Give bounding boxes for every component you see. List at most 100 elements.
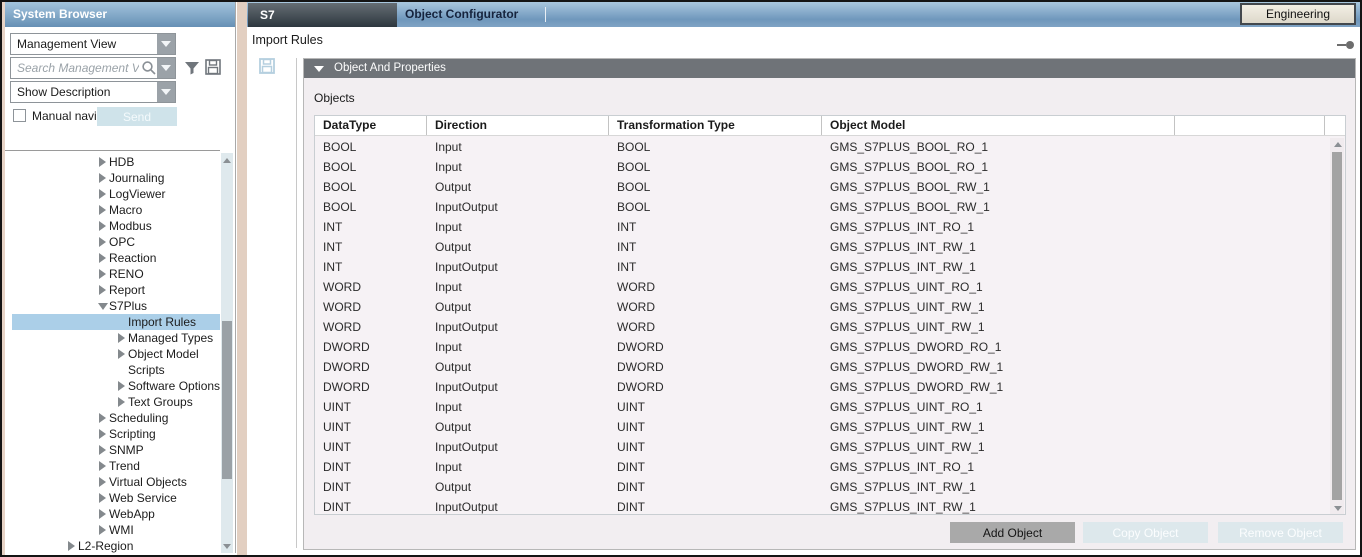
tab-s7[interactable]: S7: [248, 3, 397, 27]
chevron-collapsed-icon[interactable]: [115, 348, 128, 361]
copy-object-button[interactable]: Copy Object: [1083, 522, 1208, 543]
chevron-collapsed-icon[interactable]: [115, 380, 128, 393]
tree-scrollbar-thumb[interactable]: [222, 321, 232, 479]
table-row[interactable]: BOOLInputBOOLGMS_S7PLUS_BOOL_RO_1: [315, 137, 1331, 157]
chevron-collapsed-icon[interactable]: [96, 188, 109, 201]
tree-item-software-options[interactable]: Software Options: [5, 378, 220, 394]
table-row[interactable]: WORDOutputWORDGMS_S7PLUS_UINT_RW_1: [315, 297, 1331, 317]
tree-item-macro[interactable]: Macro: [5, 202, 220, 218]
tree-item-reaction[interactable]: Reaction: [5, 250, 220, 266]
table-row[interactable]: INTInputINTGMS_S7PLUS_INT_RO_1: [315, 217, 1331, 237]
tree-item-text-groups[interactable]: Text Groups: [5, 394, 220, 410]
table-row[interactable]: DINTInputOutputDINTGMS_S7PLUS_INT_RW_1: [315, 497, 1331, 515]
sidebar-splitter[interactable]: [237, 2, 247, 555]
tree-item-opc[interactable]: OPC: [5, 234, 220, 250]
table-row[interactable]: UINTOutputUINTGMS_S7PLUS_UINT_RW_1: [315, 417, 1331, 437]
view-dropdown[interactable]: Management View: [10, 33, 176, 55]
chevron-collapsed-icon[interactable]: [96, 156, 109, 169]
tree-item-scripting[interactable]: Scripting: [5, 426, 220, 442]
tree-item-modbus[interactable]: Modbus: [5, 218, 220, 234]
scroll-down-icon[interactable]: [1333, 503, 1343, 513]
tree-item-journaling[interactable]: Journaling: [5, 170, 220, 186]
chevron-down-icon[interactable]: [157, 34, 175, 54]
chevron-down-icon[interactable]: [157, 58, 175, 78]
chevron-collapsed-icon[interactable]: [115, 396, 128, 409]
tree-item-scheduling[interactable]: Scheduling: [5, 410, 220, 426]
save-search-icon[interactable]: [204, 58, 222, 76]
chevron-collapsed-icon[interactable]: [65, 540, 78, 553]
scroll-down-icon[interactable]: [222, 541, 232, 551]
table-row[interactable]: WORDInputOutputWORDGMS_S7PLUS_UINT_RW_1: [315, 317, 1331, 337]
chevron-collapsed-icon[interactable]: [96, 204, 109, 217]
chevron-collapsed-icon[interactable]: [96, 460, 109, 473]
table-scrollbar[interactable]: [1330, 138, 1344, 514]
tree-item-l2-region[interactable]: L2-Region: [5, 538, 220, 553]
tree-item-managed-types[interactable]: Managed Types: [5, 330, 220, 346]
tree-item-reno[interactable]: RENO: [5, 266, 220, 282]
panel-header[interactable]: Object And Properties: [304, 59, 1355, 78]
chevron-collapsed-icon[interactable]: [96, 476, 109, 489]
column-header-direction[interactable]: Direction: [427, 116, 609, 135]
tree-scrollbar[interactable]: [221, 153, 233, 553]
manual-navigation-checkbox[interactable]: [13, 109, 26, 122]
search-input[interactable]: [11, 60, 141, 76]
scroll-up-icon[interactable]: [222, 155, 232, 165]
tree-item-report[interactable]: Report: [5, 282, 220, 298]
table-row[interactable]: UINTInputOutputUINTGMS_S7PLUS_UINT_RW_1: [315, 437, 1331, 457]
tree-item-trend[interactable]: Trend: [5, 458, 220, 474]
column-header-empty[interactable]: [1175, 116, 1325, 135]
tree-item-scripts[interactable]: Scripts: [5, 362, 220, 378]
table-row[interactable]: DWORDOutputDWORDGMS_S7PLUS_DWORD_RW_1: [315, 357, 1331, 377]
column-header-transformation-type[interactable]: Transformation Type: [609, 116, 822, 135]
chevron-collapsed-icon[interactable]: [96, 508, 109, 521]
table-row[interactable]: BOOLInputBOOLGMS_S7PLUS_BOOL_RO_1: [315, 157, 1331, 177]
chevron-collapsed-icon[interactable]: [96, 524, 109, 537]
table-row[interactable]: INTOutputINTGMS_S7PLUS_INT_RW_1: [315, 237, 1331, 257]
tree-item-logviewer[interactable]: LogViewer: [5, 186, 220, 202]
engineering-button[interactable]: Engineering: [1240, 3, 1356, 25]
tree-item-web-service[interactable]: Web Service: [5, 490, 220, 506]
tree-item-object-model[interactable]: Object Model: [5, 346, 220, 362]
save-disabled-icon[interactable]: [258, 57, 276, 75]
table-row[interactable]: WORDInputWORDGMS_S7PLUS_UINT_RO_1: [315, 277, 1331, 297]
chevron-collapsed-icon[interactable]: [96, 220, 109, 233]
table-row[interactable]: DINTOutputDINTGMS_S7PLUS_INT_RW_1: [315, 477, 1331, 497]
chevron-down-icon[interactable]: [157, 82, 175, 102]
chevron-collapsed-icon[interactable]: [96, 172, 109, 185]
chevron-collapsed-icon[interactable]: [96, 252, 109, 265]
search-box[interactable]: [10, 57, 176, 79]
table-row[interactable]: INTInputOutputINTGMS_S7PLUS_INT_RW_1: [315, 257, 1331, 277]
tree-item-snmp[interactable]: SNMP: [5, 442, 220, 458]
tree-item-hdb[interactable]: HDB: [5, 154, 220, 170]
filter-icon[interactable]: [183, 59, 201, 77]
tree-item-virtual-objects[interactable]: Virtual Objects: [5, 474, 220, 490]
chevron-collapsed-icon[interactable]: [96, 492, 109, 505]
tree-item-wmi[interactable]: WMI: [5, 522, 220, 538]
table-row[interactable]: BOOLInputOutputBOOLGMS_S7PLUS_BOOL_RW_1: [315, 197, 1331, 217]
table-row[interactable]: DINTInputDINTGMS_S7PLUS_INT_RO_1: [315, 457, 1331, 477]
chevron-expanded-icon[interactable]: [96, 300, 109, 313]
chevron-collapsed-icon[interactable]: [96, 412, 109, 425]
send-button[interactable]: Send: [97, 107, 177, 126]
column-header-object-model[interactable]: Object Model: [822, 116, 1175, 135]
chevron-collapsed-icon[interactable]: [96, 428, 109, 441]
tab-object-configurator[interactable]: Object Configurator: [405, 2, 518, 27]
chevron-collapsed-icon[interactable]: [115, 332, 128, 345]
table-row[interactable]: DWORDInputOutputDWORDGMS_S7PLUS_DWORD_RW…: [315, 377, 1331, 397]
add-object-button[interactable]: Add Object: [950, 522, 1075, 543]
table-row[interactable]: BOOLOutputBOOLGMS_S7PLUS_BOOL_RW_1: [315, 177, 1331, 197]
table-row[interactable]: DWORDInputDWORDGMS_S7PLUS_DWORD_RO_1: [315, 337, 1331, 357]
table-row[interactable]: UINTInputUINTGMS_S7PLUS_UINT_RO_1: [315, 397, 1331, 417]
pin-icon[interactable]: [1337, 41, 1354, 49]
collapse-triangle-icon[interactable]: [314, 66, 324, 72]
chevron-collapsed-icon[interactable]: [96, 236, 109, 249]
column-header-datatype[interactable]: DataType: [315, 116, 427, 135]
description-dropdown[interactable]: Show Description: [10, 81, 176, 103]
chevron-collapsed-icon[interactable]: [96, 284, 109, 297]
table-scrollbar-thumb[interactable]: [1332, 152, 1342, 500]
chevron-collapsed-icon[interactable]: [96, 268, 109, 281]
tree-item-webapp[interactable]: WebApp: [5, 506, 220, 522]
remove-object-button[interactable]: Remove Object: [1218, 522, 1343, 543]
chevron-collapsed-icon[interactable]: [96, 444, 109, 457]
tree-item-import-rules[interactable]: Import Rules: [12, 314, 220, 330]
